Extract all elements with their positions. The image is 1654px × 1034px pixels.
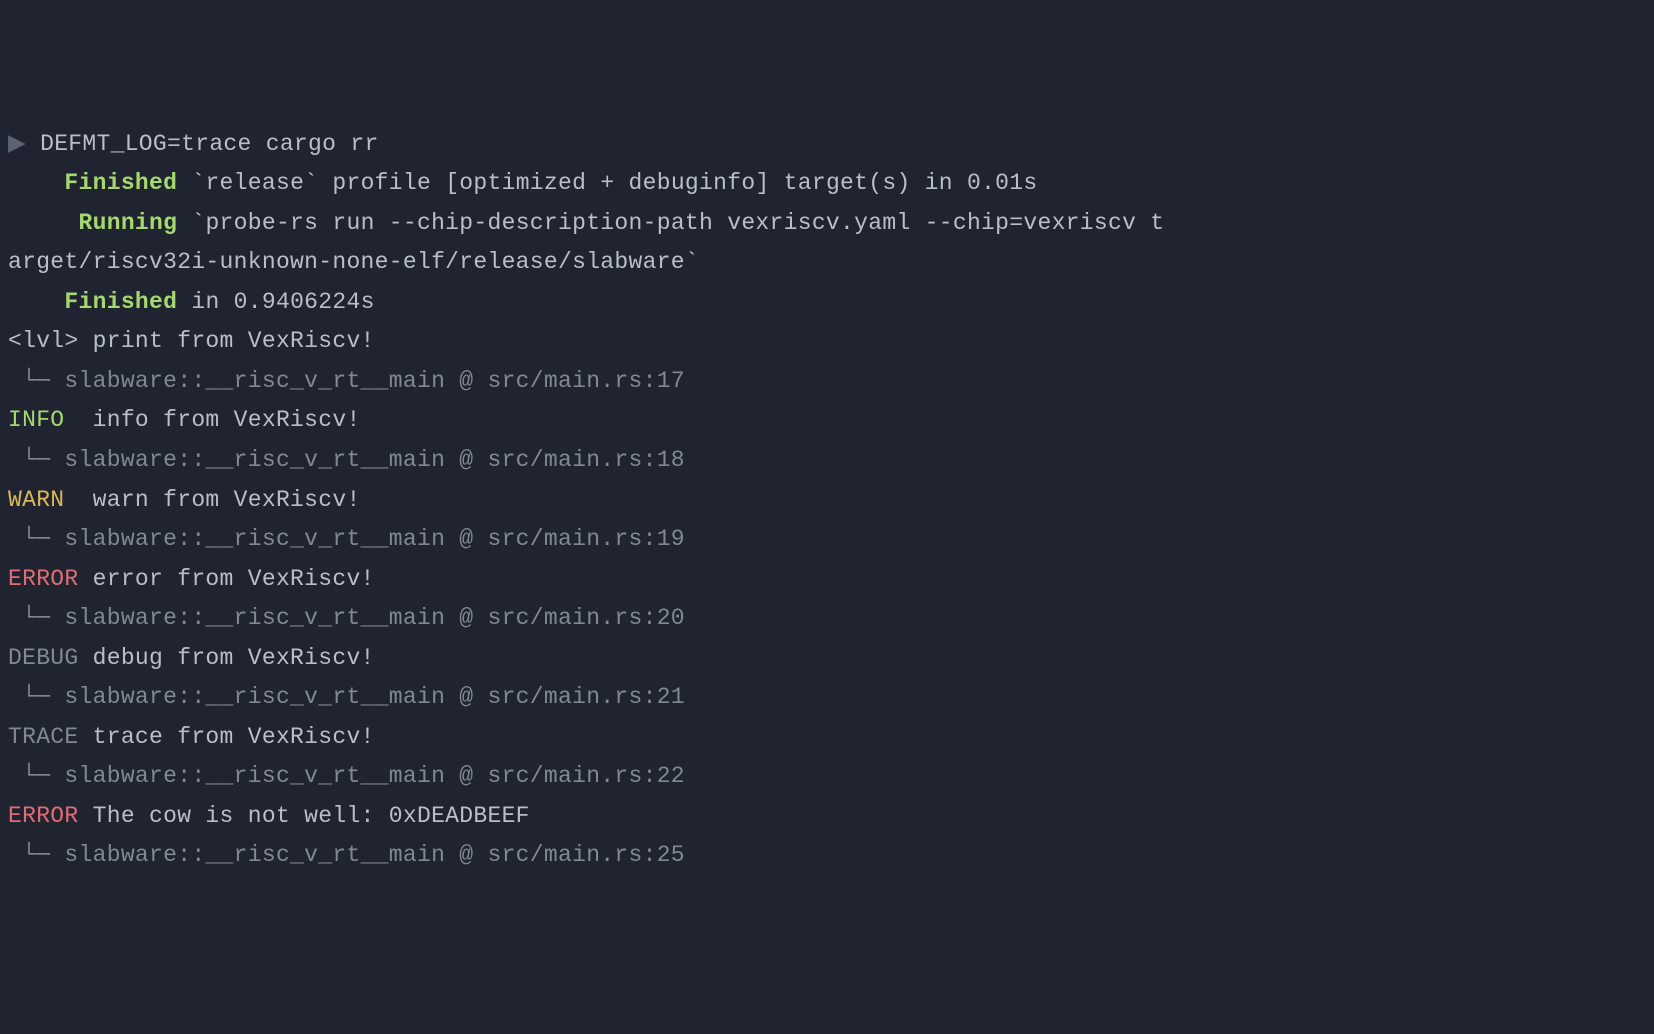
prompt-arrow: ▶ (8, 131, 40, 157)
log-level-info: INFO (8, 407, 79, 433)
log-message: debug from VexRiscv! (79, 645, 375, 671)
log-location: └─ slabware::__risc_v_rt__main @ src/mai… (8, 447, 685, 473)
indent (8, 170, 64, 196)
log-level: <lvl> (8, 328, 79, 354)
cargo-finished-rest: `release` profile [optimized + debuginfo… (177, 170, 1037, 196)
log-message: error from VexRiscv! (79, 566, 375, 592)
indent (8, 289, 64, 315)
log-level-warn: WARN (8, 487, 79, 513)
log-message: info from VexRiscv! (79, 407, 361, 433)
log-level-error: ERROR (8, 566, 79, 592)
cargo-running-label: Running (79, 210, 178, 236)
log-location: └─ slabware::__risc_v_rt__main @ src/mai… (8, 605, 685, 631)
cargo-running-rest-1: `probe-rs run --chip-description-path ve… (177, 210, 1164, 236)
log-location: └─ slabware::__risc_v_rt__main @ src/mai… (8, 763, 685, 789)
cargo-running-rest-2: arget/riscv32i-unknown-none-elf/release/… (8, 249, 699, 275)
log-location: └─ slabware::__risc_v_rt__main @ src/mai… (8, 842, 685, 868)
log-location: └─ slabware::__risc_v_rt__main @ src/mai… (8, 526, 685, 552)
log-message: warn from VexRiscv! (79, 487, 361, 513)
log-message: The cow is not well: 0xDEADBEEF (79, 803, 530, 829)
command-text: DEFMT_LOG=trace cargo rr (40, 131, 378, 157)
probe-finished-label: Finished (64, 289, 177, 315)
log-location: └─ slabware::__risc_v_rt__main @ src/mai… (8, 368, 685, 394)
log-location: └─ slabware::__risc_v_rt__main @ src/mai… (8, 684, 685, 710)
log-level-error: ERROR (8, 803, 79, 829)
terminal-output[interactable]: ▶ DEFMT_LOG=trace cargo rr Finished `rel… (8, 125, 1646, 876)
cargo-finished-label: Finished (64, 170, 177, 196)
probe-finished-rest: in 0.9406224s (177, 289, 374, 315)
indent (8, 210, 79, 236)
log-level-debug: DEBUG (8, 645, 79, 671)
log-message: print from VexRiscv! (79, 328, 375, 354)
log-level-trace: TRACE (8, 724, 79, 750)
log-message: trace from VexRiscv! (79, 724, 375, 750)
